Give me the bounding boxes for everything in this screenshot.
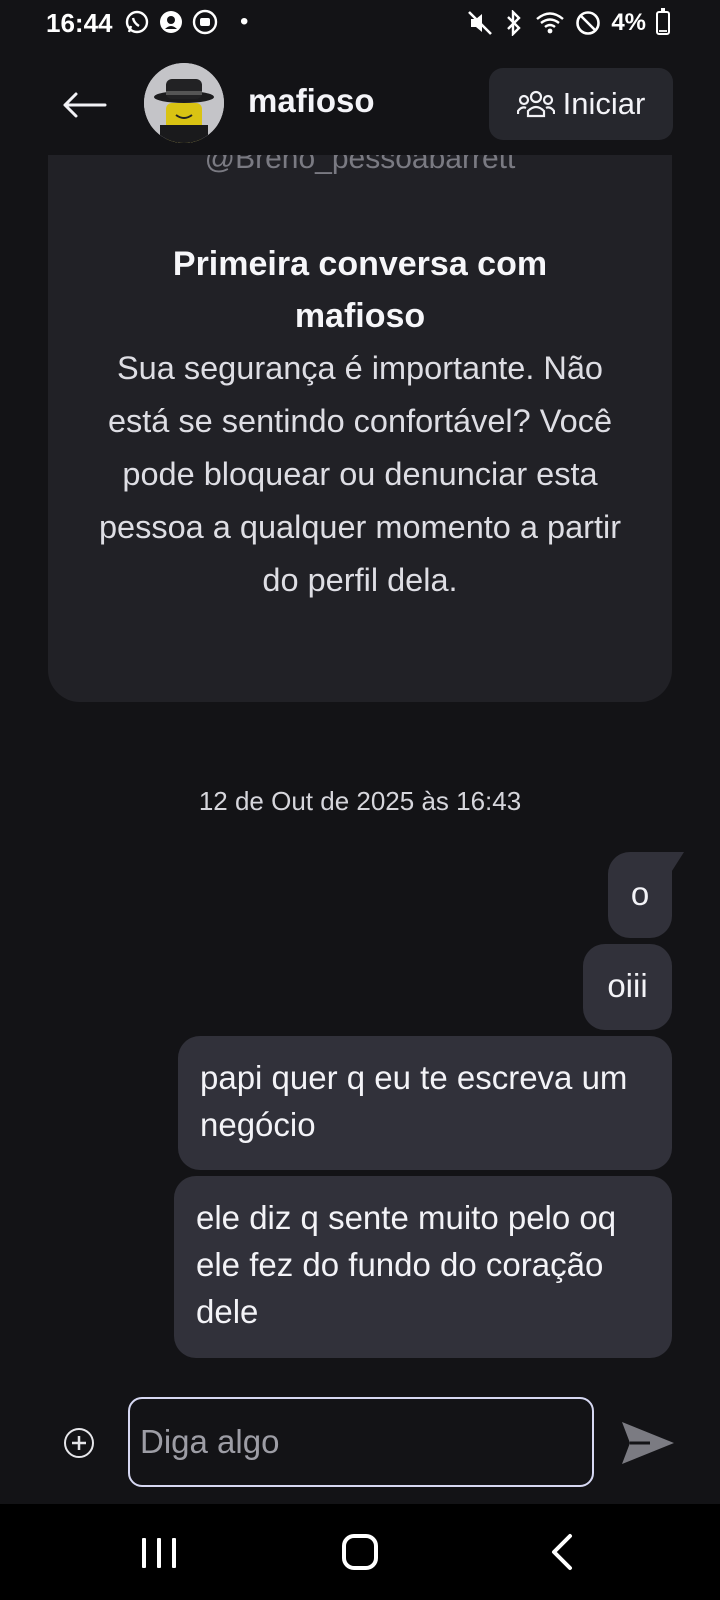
app-notification-icon — [160, 11, 182, 33]
start-button[interactable]: Iniciar — [489, 68, 673, 140]
charging-bolt-icon: ⚡ — [659, 16, 669, 32]
group-icon — [516, 90, 555, 118]
mute-icon — [468, 11, 493, 35]
send-icon — [622, 1422, 674, 1464]
chat-header: mafioso Iniciar — [0, 55, 720, 155]
recents-bar — [157, 1538, 161, 1568]
conversation-timestamp: 12 de Out de 2025 às 16:43 — [198, 786, 522, 816]
bubble-tail — [670, 852, 684, 874]
message-input[interactable] — [128, 1397, 594, 1487]
bluetooth-icon — [507, 10, 522, 36]
media-icon — [192, 9, 218, 35]
recents-bar — [172, 1538, 176, 1568]
recents-bar — [142, 1538, 146, 1568]
start-button-label: Iniciar — [562, 86, 646, 121]
add-attachment-button[interactable] — [64, 1428, 94, 1458]
system-icons: 4% ⚡ — [467, 8, 670, 37]
message-bubble[interactable]: ele diz q sente muito pelo oq ele fez do… — [174, 1176, 672, 1358]
chat-screen: 16:44 • 4% ⚡ @Breno_pessoabarrett Primei… — [0, 0, 720, 1600]
contact-name[interactable]: mafioso — [248, 82, 375, 120]
mafia-avatar-icon — [144, 63, 224, 143]
send-button[interactable] — [620, 1418, 676, 1468]
first-conversation-card: @Breno_pessoabarrett Primeira conversa c… — [48, 110, 672, 702]
more-notifications-dot: • — [240, 8, 249, 35]
back-button[interactable] — [56, 77, 112, 133]
message-bubble[interactable]: papi quer q eu te escreva um negócio — [178, 1036, 672, 1170]
recent-apps-button[interactable] — [142, 1538, 176, 1568]
status-bar: 16:44 • 4% ⚡ — [0, 0, 720, 50]
contact-avatar[interactable] — [144, 63, 224, 143]
status-time: 16:44 — [46, 8, 113, 38]
message-bubble[interactable]: o — [608, 852, 672, 938]
system-back-button[interactable] — [548, 1532, 576, 1572]
safety-notice-text: Sua segurança é importante. Não está se … — [98, 350, 622, 598]
arrow-left-icon — [63, 92, 107, 118]
do-not-disturb-icon — [576, 11, 601, 35]
plus-circle-icon — [72, 1436, 86, 1450]
battery-percentage: 4% — [611, 9, 646, 36]
home-button[interactable] — [342, 1534, 378, 1570]
first-conversation-title: Primeira conversa com mafioso — [172, 245, 548, 335]
system-navigation-bar — [0, 1504, 720, 1600]
message-bubble[interactable]: oiii — [583, 944, 672, 1030]
notification-icons — [124, 9, 218, 35]
whatsapp-icon — [125, 10, 149, 34]
wifi-icon — [536, 12, 565, 34]
battery-icon: ⚡ — [656, 8, 670, 35]
